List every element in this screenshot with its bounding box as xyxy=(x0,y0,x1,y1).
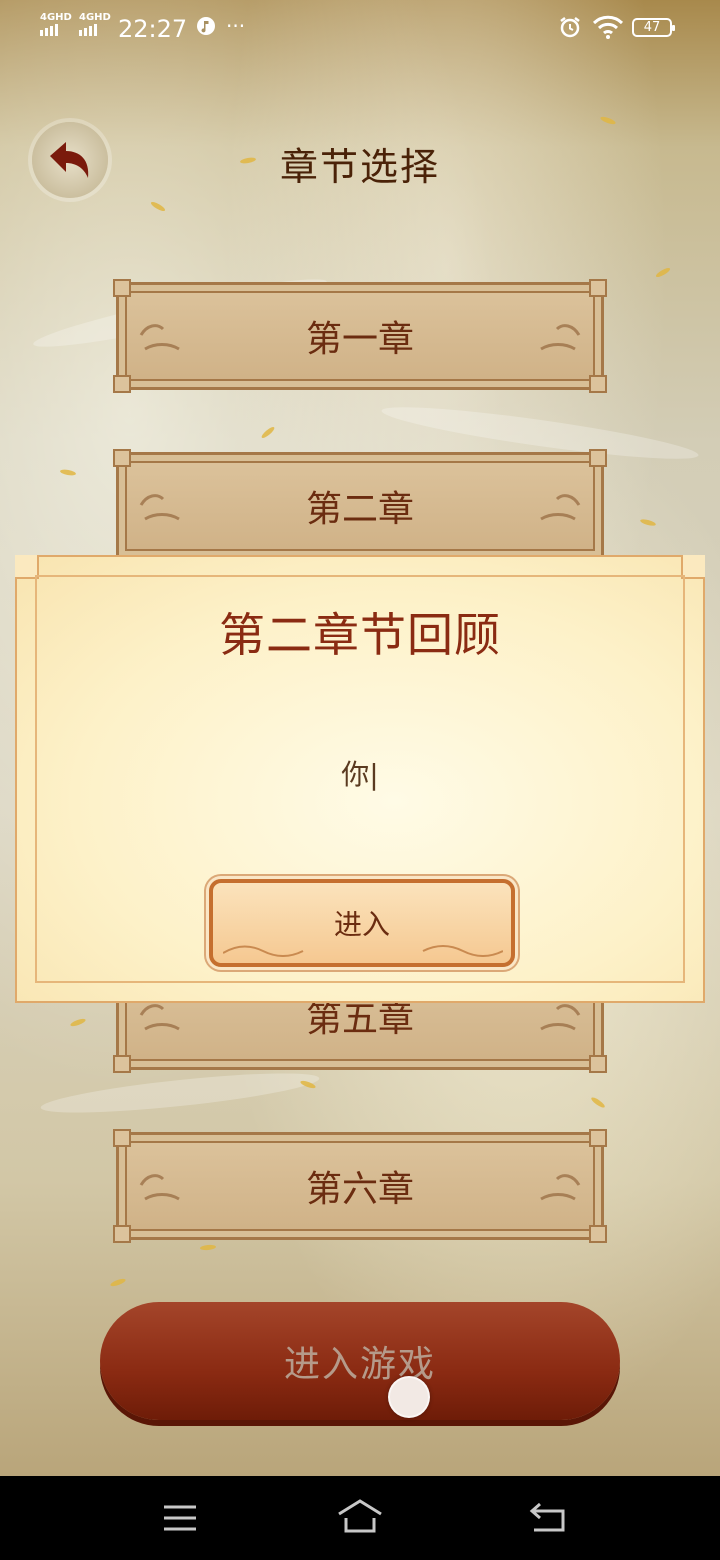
wifi-icon xyxy=(592,14,624,44)
chapter-button-1[interactable]: 第一章 xyxy=(113,279,607,393)
back-icon[interactable] xyxy=(528,1500,568,1538)
signal-icon xyxy=(79,24,97,36)
leaf-decoration xyxy=(199,1244,217,1251)
leaf-decoration xyxy=(260,425,276,440)
chapter-button-2[interactable]: 第二章 xyxy=(113,449,607,560)
leaf-decoration xyxy=(149,200,167,213)
background-streak xyxy=(39,1065,321,1121)
home-icon[interactable] xyxy=(336,1498,384,1538)
enter-chapter-label: 进入 xyxy=(333,908,390,941)
leaf-decoration xyxy=(639,518,657,527)
status-bar: 4GHD 4GHD 22:27 ··· 47 xyxy=(0,0,720,56)
battery-icon: 47 xyxy=(632,18,675,37)
more-notifications: ··· xyxy=(226,14,246,38)
chapter-label: 第一章 xyxy=(305,319,414,360)
chapter-label: 第二章 xyxy=(305,489,414,530)
touch-indicator xyxy=(388,1376,430,1418)
enter-chapter-button[interactable]: 进入 xyxy=(209,879,515,967)
leaf-decoration xyxy=(654,266,672,279)
leaf-decoration xyxy=(59,468,77,477)
dialog-text: 你| xyxy=(341,758,379,791)
chapter-review-dialog: 第二章节回顾 你| 进入 xyxy=(15,555,705,1003)
leaf-decoration xyxy=(109,1277,127,1288)
enter-game-label: 进入游戏 xyxy=(283,1344,436,1385)
leaf-decoration xyxy=(599,115,617,126)
music-icon xyxy=(196,16,216,40)
chapter-label: 第六章 xyxy=(305,1169,414,1210)
leaf-decoration xyxy=(590,1095,606,1110)
navigation-bar xyxy=(0,1476,720,1560)
signal-icon xyxy=(40,24,58,36)
enter-game-button[interactable]: 进入游戏 xyxy=(100,1302,620,1420)
page-title: 章节选择 xyxy=(279,145,440,189)
leaf-decoration xyxy=(69,1017,87,1028)
sim2-label: 4GHD xyxy=(79,12,111,23)
clock: 22:27 xyxy=(118,15,188,43)
menu-icon[interactable] xyxy=(162,1504,198,1536)
alarm-icon xyxy=(558,15,582,43)
sim1-label: 4GHD xyxy=(40,12,72,23)
chapter-button-6[interactable]: 第六章 xyxy=(113,1129,607,1243)
dialog-title: 第二章节回顾 xyxy=(219,608,501,662)
